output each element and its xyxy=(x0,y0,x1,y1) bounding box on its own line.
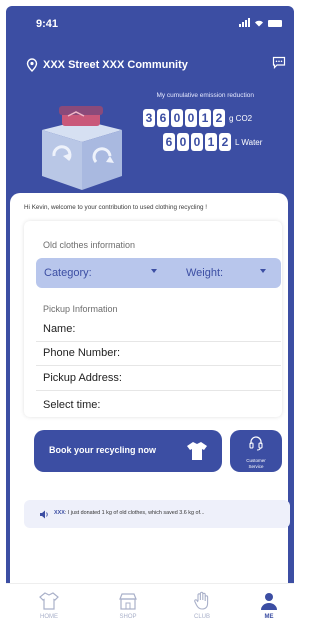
headset-icon xyxy=(249,436,263,451)
name-label: Name: xyxy=(43,323,76,335)
customer-service-button[interactable]: Customer Service xyxy=(230,430,282,472)
store-icon xyxy=(119,593,137,610)
tab-label: CLUB xyxy=(193,614,210,620)
phone-field[interactable]: Phone Number: xyxy=(36,342,281,366)
status-bar: 9:41 xyxy=(6,6,294,40)
wifi-icon xyxy=(254,19,264,27)
co2-digit: 1 xyxy=(199,109,211,127)
person-icon xyxy=(261,593,277,610)
water-digit: 6 xyxy=(163,133,175,151)
time-label: Select time: xyxy=(43,399,101,411)
co2-unit: g CO2 xyxy=(229,113,253,123)
customer-service-label: Customer xyxy=(246,458,266,463)
tab-label: ME xyxy=(264,614,274,620)
ticker-user: XXX xyxy=(54,510,65,516)
ticker-text: : I just donated 1 kg of old clothes, wh… xyxy=(64,510,205,516)
weight-dropdown[interactable]: Weight: xyxy=(186,267,223,279)
tab-label: HOME xyxy=(40,614,58,620)
co2-digit: 2 xyxy=(213,109,225,127)
phone-label: Phone Number: xyxy=(43,347,121,359)
shirt-icon xyxy=(39,592,59,610)
co2-digit: 6 xyxy=(157,109,169,127)
co2-digit: 0 xyxy=(185,109,197,127)
water-digit: 0 xyxy=(177,133,189,151)
chevron-down-icon[interactable] xyxy=(260,269,266,273)
recycling-box-illustration xyxy=(42,106,122,190)
status-time: 9:41 xyxy=(36,18,59,30)
message-icon[interactable] xyxy=(272,56,286,69)
tab-label: SHOP xyxy=(119,614,137,620)
clothes-selector: Category: Weight: xyxy=(36,258,281,288)
chevron-down-icon[interactable] xyxy=(151,269,157,273)
customer-service-label: Service xyxy=(248,464,264,469)
pickup-info-title: Pickup Information xyxy=(43,304,118,314)
location-pin-icon xyxy=(26,58,38,72)
water-counter: 6 0 0 1 2 L Water xyxy=(163,133,262,151)
community-selector[interactable]: XXX Street XXX Community xyxy=(26,58,188,72)
tab-club[interactable]: CLUB xyxy=(177,590,227,620)
water-unit: L Water xyxy=(235,137,263,147)
co2-digit: 0 xyxy=(171,109,183,127)
co2-digit: 3 xyxy=(143,109,155,127)
battery-icon xyxy=(268,20,282,27)
emission-label: My cumulative emission reduction xyxy=(156,92,254,99)
tab-me[interactable]: ME xyxy=(244,590,294,620)
book-recycling-button[interactable]: Book your recycling now xyxy=(34,430,222,472)
signal-icon xyxy=(239,18,250,27)
community-name: XXX Street XXX Community xyxy=(43,59,188,71)
speaker-icon xyxy=(40,510,48,519)
ticker-message: XXX: I just donated 1 kg of old clothes,… xyxy=(54,510,204,516)
name-field[interactable]: Name: xyxy=(36,318,281,342)
tab-shop[interactable]: SHOP xyxy=(103,590,153,620)
activity-ticker[interactable]: XXX: I just donated 1 kg of old clothes,… xyxy=(24,500,290,528)
water-digit: 0 xyxy=(191,133,203,151)
tab-home[interactable]: HOME xyxy=(24,590,74,620)
address-label: Pickup Address: xyxy=(43,372,122,384)
time-field[interactable]: Select time: xyxy=(36,394,281,418)
address-field[interactable]: Pickup Address: xyxy=(36,367,281,391)
co2-counter: 3 6 0 0 1 2 g CO2 xyxy=(143,109,252,127)
bottom-tab-bar: HOME SHOP CLUB ME xyxy=(6,583,294,630)
water-digit: 2 xyxy=(219,133,231,151)
hand-icon xyxy=(194,591,209,610)
book-recycling-label: Book your recycling now xyxy=(49,445,157,455)
welcome-message: Hi Kevin, welcome to your contribution t… xyxy=(24,204,208,211)
water-digit: 1 xyxy=(205,133,217,151)
category-dropdown[interactable]: Category: xyxy=(44,267,92,279)
shirt-icon xyxy=(187,442,207,460)
clothes-info-title: Old clothes information xyxy=(43,240,136,250)
